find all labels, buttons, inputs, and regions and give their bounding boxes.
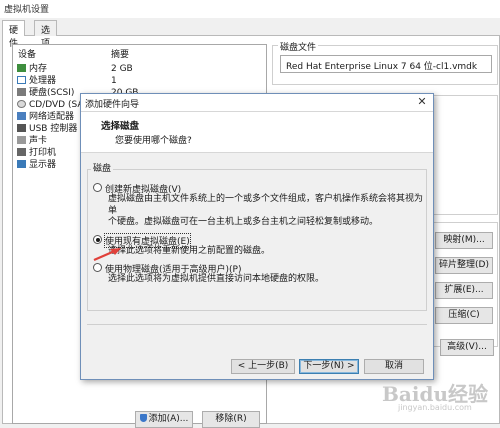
device-summary: 2 GB [111, 64, 133, 74]
use-existing-disk-description: 选择此选项将重新使用之前配置的磁盘。 [108, 246, 423, 258]
device-row-printer[interactable]: 打印机 [17, 147, 56, 159]
description-line: 虚拟磁盘由主机文件系统上的一个或多个文件组成，客户机操作系统会将其视为单 [108, 194, 424, 216]
create-new-disk-radio[interactable] [93, 183, 102, 192]
tab-options[interactable]: 选项 [34, 20, 58, 49]
device-name: 内存 [29, 64, 48, 74]
use-physical-disk-description: 选择此选项将为虚拟机提供直接访问本地硬盘的权限。 [108, 274, 423, 286]
device-name: USB 控制器 [29, 124, 78, 134]
summary-column-header[interactable]: 摘要 [111, 47, 129, 60]
cd-dvd-icon [17, 100, 26, 108]
defragment-button[interactable]: 碎片整理(D) [435, 257, 493, 274]
add-device-button[interactable]: 添加(A)... [135, 411, 193, 428]
display-icon [17, 160, 26, 168]
description-line: 选择此选项将为虚拟机提供直接访问本地硬盘的权限。 [108, 274, 325, 284]
device-name: 处理器 [29, 76, 57, 86]
disk-group-label: 磁盘 [91, 161, 114, 174]
memory-icon [17, 64, 26, 72]
device-row-hard-disk[interactable]: 硬盘(SCSI) [17, 87, 74, 99]
wizard-body: 磁盘 创建新虚拟磁盘(V) 虚拟磁盘由主机文件系统上的一个或多个文件组成，客户机… [81, 152, 433, 379]
red-arrow-icon [93, 248, 121, 262]
device-name: 网络适配器 [29, 112, 75, 122]
device-row-display[interactable]: 显示器 [17, 159, 56, 171]
use-existing-disk-radio[interactable] [93, 235, 102, 244]
device-column-header[interactable]: 设备 [18, 47, 36, 60]
disk-file-label: 磁盘文件 [278, 40, 319, 53]
device-row-usb-controller[interactable]: USB 控制器 [17, 123, 77, 135]
window-title: 虚拟机设置 [4, 5, 50, 15]
wizard-title-bar: 添加硬件向导 [81, 94, 433, 112]
device-row-sound-card[interactable]: 声卡 [17, 135, 47, 147]
wizard-title: 添加硬件向导 [85, 100, 140, 110]
device-summary: 1 [111, 76, 117, 86]
usb-controller-icon [17, 124, 26, 132]
map-button[interactable]: 映射(M)... [435, 232, 493, 249]
close-icon[interactable]: ✕ [415, 95, 429, 109]
add-hardware-wizard-dialog: 添加硬件向导 ✕ 选择磁盘 您要使用哪个磁盘? 磁盘 创建新虚拟磁盘(V) 虚拟… [80, 93, 434, 380]
separator [87, 324, 427, 325]
wizard-heading: 选择磁盘 [101, 121, 140, 132]
shield-icon [139, 414, 147, 422]
device-name: 硬盘(SCSI) [29, 88, 75, 98]
device-row-network-adapter[interactable]: 网络适配器 [17, 111, 74, 123]
device-name: 打印机 [29, 148, 57, 158]
use-physical-disk-radio[interactable] [93, 263, 102, 272]
description-line: 个硬盘。虚拟磁盘可在一台主机上或多台主机之间轻松复制或移动。 [108, 217, 379, 227]
compact-button[interactable]: 压缩(C) [435, 307, 493, 324]
network-adapter-icon [17, 112, 26, 120]
back-button[interactable]: < 上一步(B) [231, 359, 295, 374]
cancel-button[interactable]: 取消 [364, 359, 424, 374]
next-button[interactable]: 下一步(N) > [299, 359, 359, 374]
processor-icon [17, 76, 26, 84]
wizard-header: 选择磁盘 您要使用哪个磁盘? [81, 113, 433, 151]
create-new-disk-description: 虚拟磁盘由主机文件系统上的一个或多个文件组成，客户机操作系统会将其视为单 个硬盘… [108, 194, 423, 229]
window-title-bar: 虚拟机设置 [0, 0, 500, 18]
tab-hardware[interactable]: 硬件 [2, 20, 26, 49]
device-name: 声卡 [29, 136, 48, 146]
printer-icon [17, 148, 26, 156]
watermark-url: jingyan.baidu.com [398, 403, 472, 412]
sound-card-icon [17, 136, 26, 144]
advanced-button[interactable]: 高级(V)... [440, 339, 494, 356]
device-row-processor[interactable]: 处理器 [17, 75, 56, 87]
expand-button[interactable]: 扩展(E)... [435, 282, 493, 299]
remove-device-button[interactable]: 移除(R) [202, 411, 260, 428]
description-line: 选择此选项将重新使用之前配置的磁盘。 [108, 246, 271, 256]
device-name: 显示器 [29, 160, 57, 170]
add-button-label: 添加(A)... [148, 414, 189, 424]
hard-disk-icon [17, 88, 26, 96]
disk-file-path-field[interactable]: Red Hat Enterprise Linux 7 64 位-cl1.vmdk [280, 55, 492, 73]
device-row-memory[interactable]: 内存 [17, 63, 47, 75]
wizard-subheading: 您要使用哪个磁盘? [115, 136, 192, 146]
